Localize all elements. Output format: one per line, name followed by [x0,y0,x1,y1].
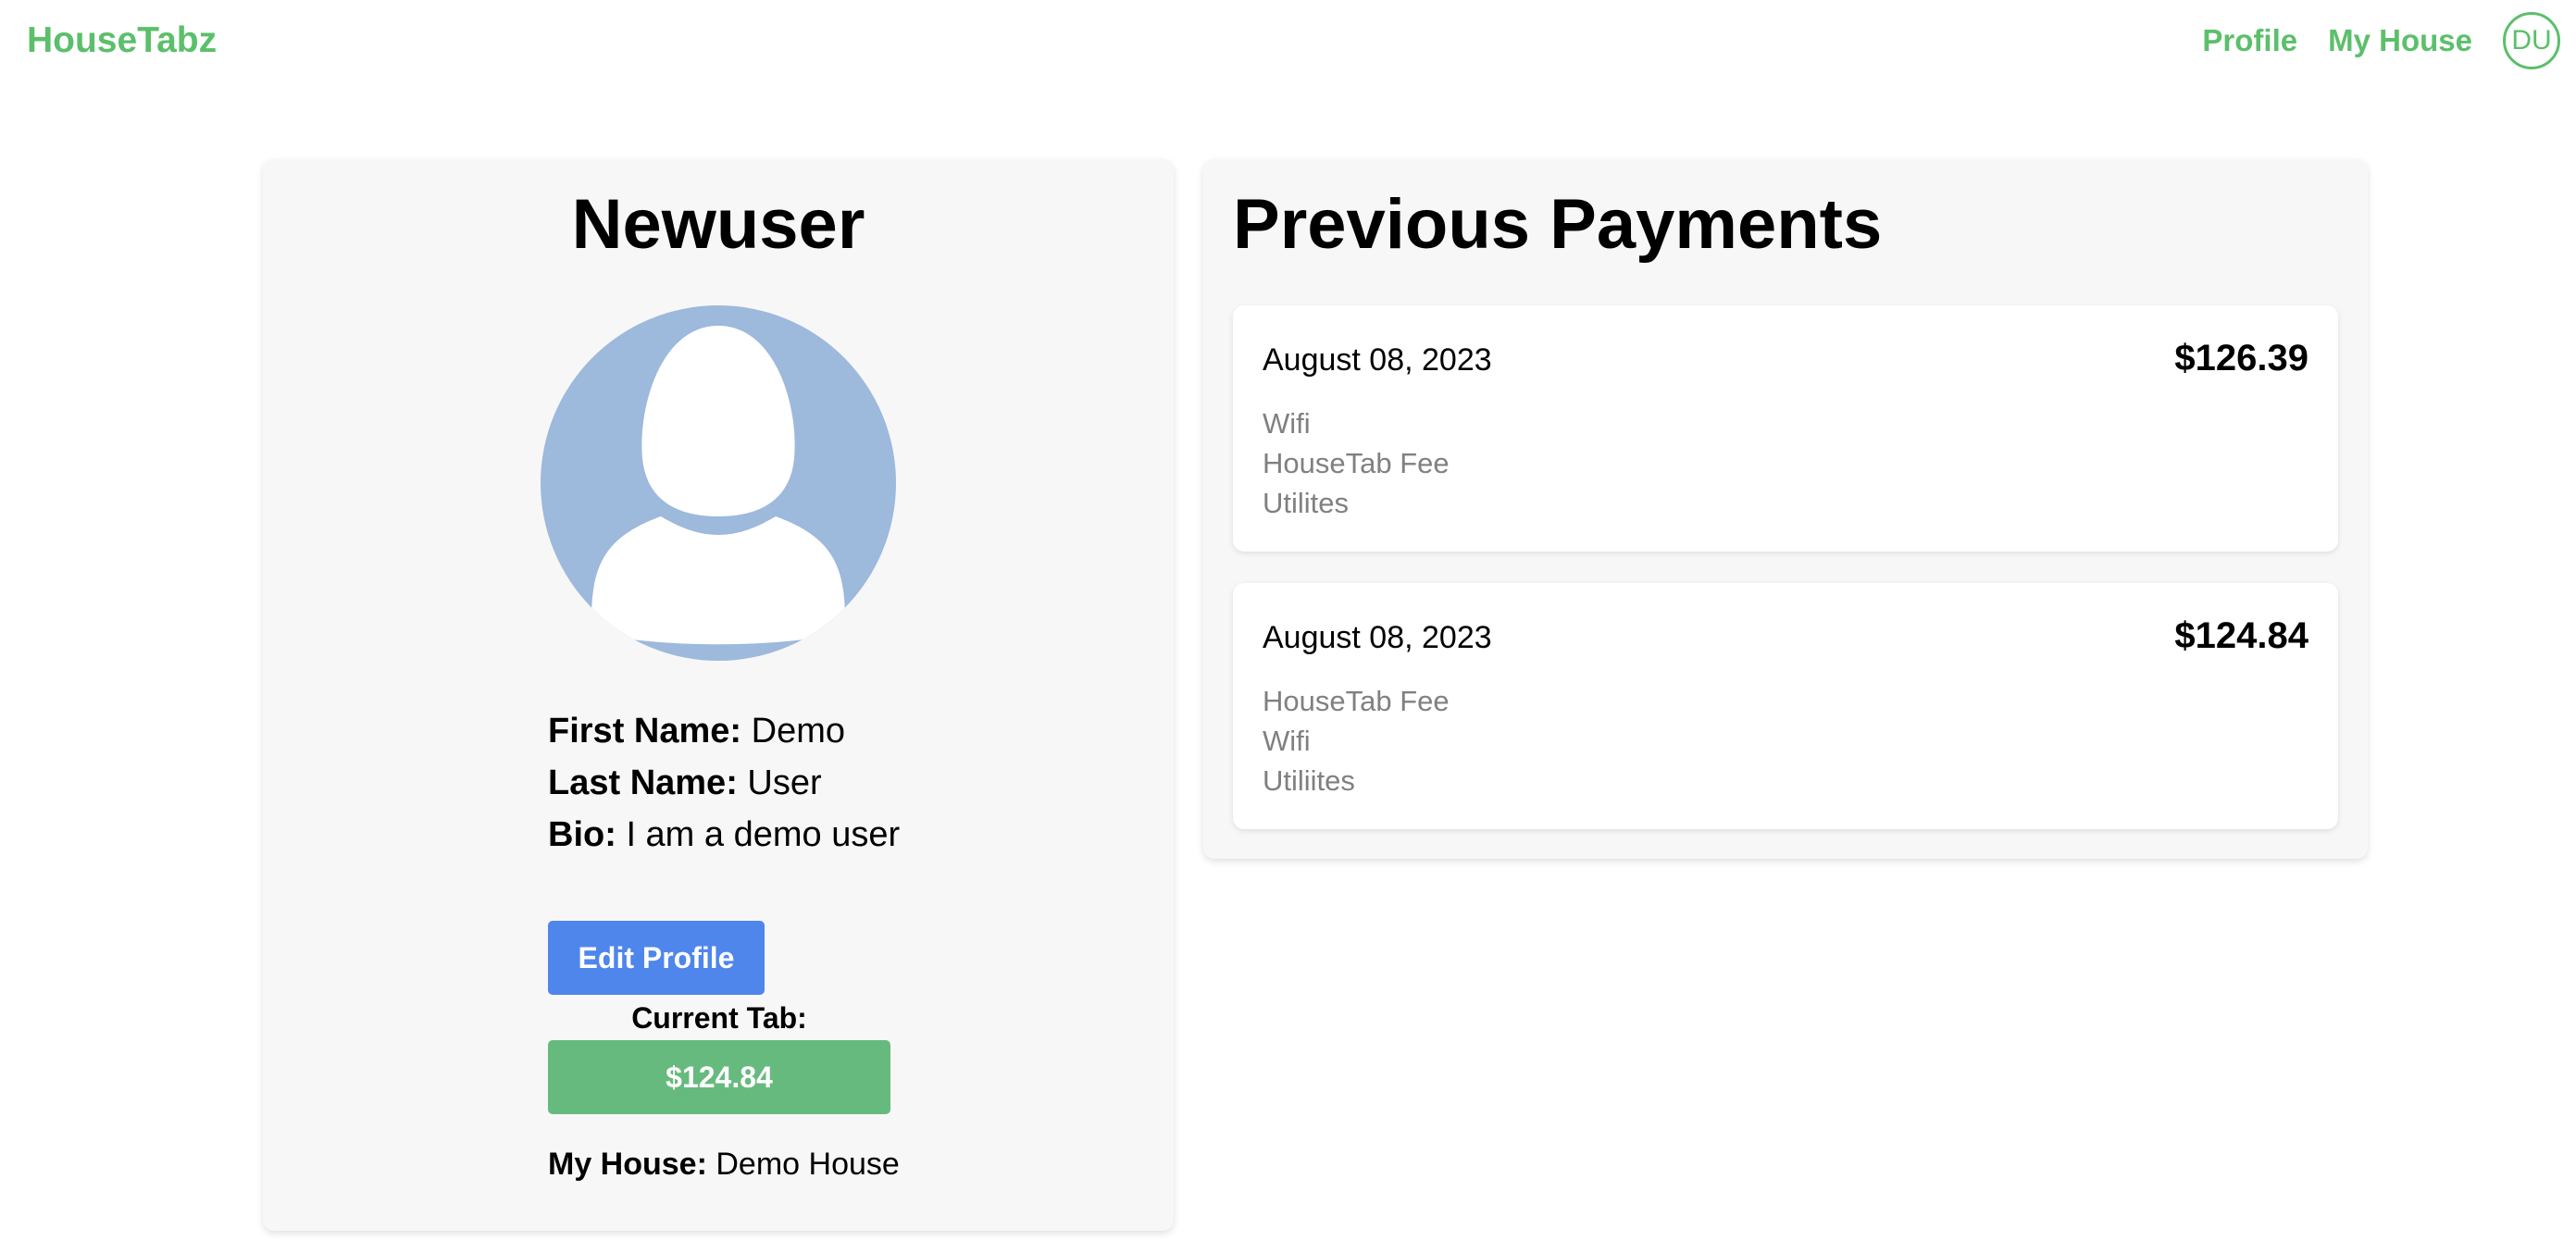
payment-item: HouseTab Fee [1263,685,1450,717]
payments-title: Previous Payments [1233,185,1883,264]
payment-item: Utiliites [1263,764,1355,797]
user-avatar-badge[interactable]: DU [2503,12,2560,69]
edit-profile-button[interactable]: Edit Profile [548,921,765,995]
payment-date: August 08, 2023 [1263,342,1492,378]
first-name-row: First Name: Demo [548,705,900,757]
payment-items: HouseTab Fee Wifi Utiliites [1263,681,1450,800]
payment-entry: August 08, 2023 $126.39 Wifi HouseTab Fe… [1233,305,2338,552]
payment-item: Utilites [1263,487,1350,519]
last-name-label: Last Name: [548,763,738,802]
payment-items: Wifi HouseTab Fee Utilites [1263,403,1450,523]
brand-logo-link[interactable]: HouseTabz [27,19,217,63]
profile-username: Newuser [571,185,865,264]
nav-link-profile[interactable]: Profile [2202,13,2297,68]
last-name-row: Last Name: User [548,757,900,809]
current-tab-label: Current Tab: [631,1001,807,1035]
first-name-label: First Name: [548,712,742,751]
nav-link-my-house[interactable]: My House [2328,13,2472,68]
payment-amount: $126.39 [2174,338,2308,378]
bio-row: Bio: I am a demo user [548,809,900,861]
bio-value: I am a demo user [626,815,901,854]
last-name-value: User [747,763,822,802]
nav-links: Profile My House DU [2202,12,2576,69]
current-tab-amount[interactable]: $124.84 [548,1040,890,1114]
top-navbar: HouseTabz Profile My House DU [0,0,2576,81]
my-house-label: My House: [548,1147,707,1182]
payment-item: Wifi [1263,407,1311,440]
bio-label: Bio: [548,815,616,854]
user-silhouette-icon [541,305,896,661]
payment-item: Wifi [1263,725,1311,757]
first-name-value: Demo [751,712,845,751]
my-house-value: Demo House [716,1147,900,1182]
payment-date: August 08, 2023 [1263,620,1492,655]
payment-item: HouseTab Fee [1263,447,1450,479]
profile-details: First Name: Demo Last Name: User Bio: I … [548,705,900,861]
payment-amount: $124.84 [2174,615,2308,656]
my-house-row: My House: Demo House [548,1144,900,1185]
payment-entry: August 08, 2023 $124.84 HouseTab Fee Wif… [1233,583,2338,829]
